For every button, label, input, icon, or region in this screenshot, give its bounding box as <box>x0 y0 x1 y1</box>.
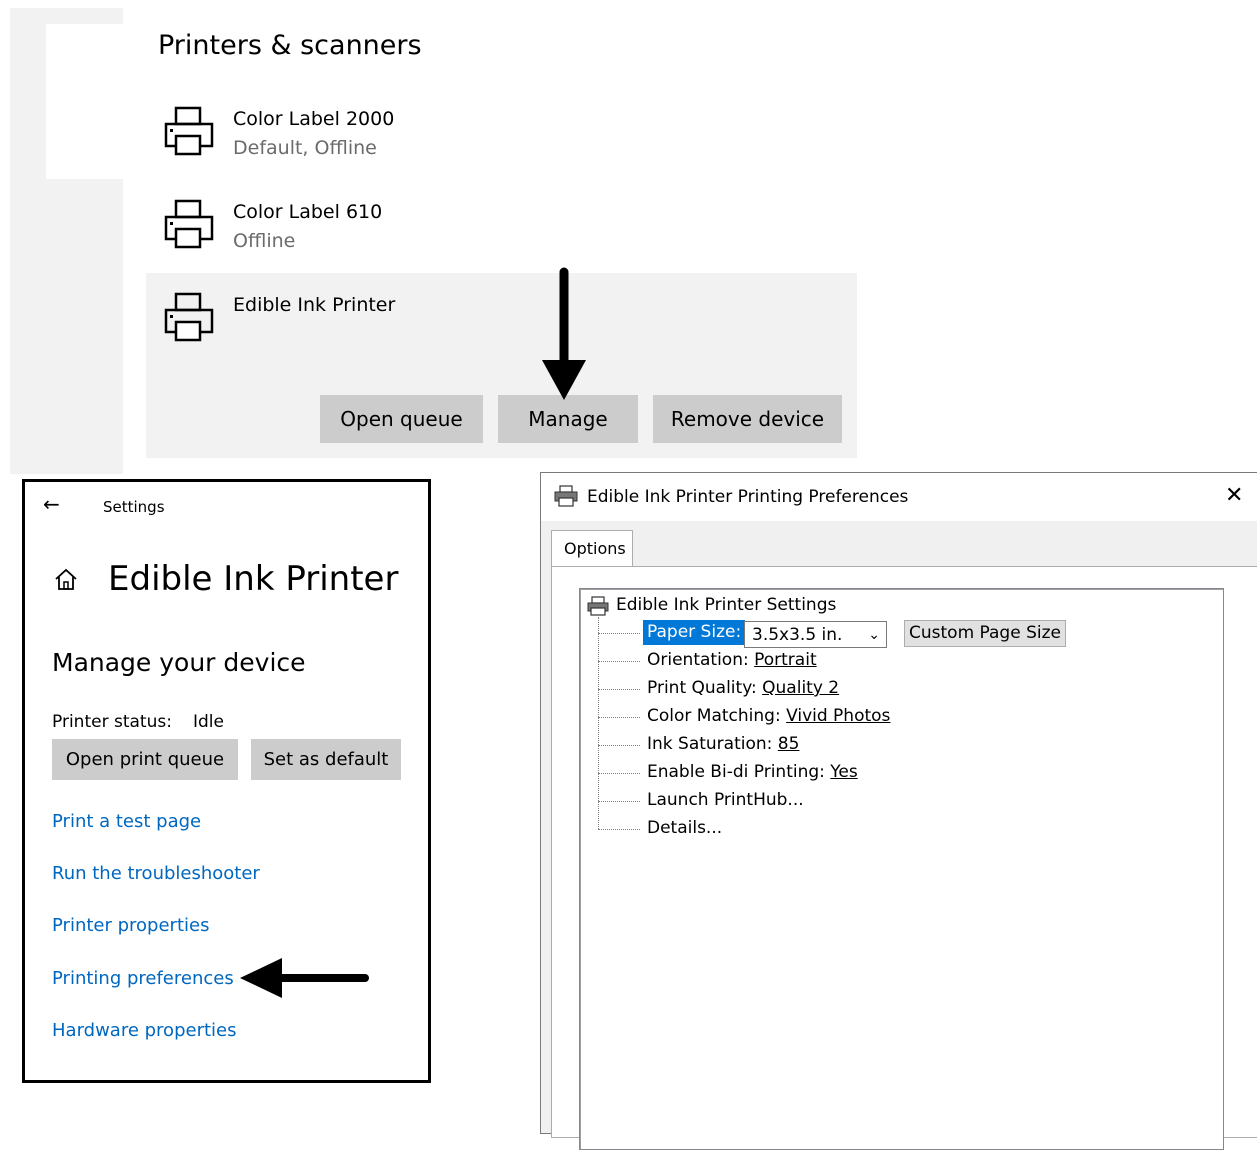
printer-list-item[interactable]: Color Label 2000 Default, Offline <box>160 106 760 178</box>
chevron-down-icon: ⌄ <box>868 627 880 643</box>
tree-item-orientation[interactable]: Orientation: Portrait <box>647 650 817 670</box>
arrow-down-icon <box>542 267 586 400</box>
tree-item-details[interactable]: Details... <box>647 818 722 838</box>
printer-icon <box>164 199 214 249</box>
dialog-title: Edible Ink Printer Printing Preferences <box>587 487 909 507</box>
tree-connector <box>598 633 640 634</box>
setting-label: Ink Saturation: <box>647 734 778 754</box>
device-title: Edible Ink Printer <box>108 559 399 599</box>
setting-label: Enable Bi-di Printing: <box>647 762 831 782</box>
remove-device-button[interactable]: Remove device <box>653 395 842 443</box>
tree-connector <box>598 801 640 802</box>
home-icon <box>55 568 77 590</box>
tab-panel: Edible Ink Printer Settings Paper Size: … <box>551 566 1257 1150</box>
set-as-default-button[interactable]: Set as default <box>251 739 401 780</box>
tree-connector <box>598 829 640 830</box>
arrow-left-icon <box>240 958 369 998</box>
back-arrow-icon[interactable]: ← <box>43 492 60 516</box>
tree-connector <box>598 745 640 746</box>
printer-name: Color Label 2000 <box>233 108 395 130</box>
tree-connector <box>598 717 640 718</box>
tree-item-launch-printhub[interactable]: Launch PrintHub... <box>647 790 804 810</box>
setting-value[interactable]: 85 <box>778 734 800 754</box>
setting-label: Print Quality: <box>647 678 763 698</box>
tree-connector <box>598 689 640 690</box>
printer-status: Offline <box>233 230 296 252</box>
tab-options[interactable]: Options <box>551 530 633 568</box>
tab-label: Options <box>564 539 626 558</box>
setting-value[interactable]: Yes <box>830 762 857 782</box>
printer-list-item-selected[interactable]: Edible Ink Printer <box>160 292 760 364</box>
dialog-titlebar: Edible Ink Printer Printing Preferences … <box>541 473 1257 521</box>
setting-value[interactable]: Portrait <box>754 650 817 670</box>
printer-name: Color Label 610 <box>233 201 383 223</box>
printing-preferences-dialog: Edible Ink Printer Printing Preferences … <box>540 472 1257 1150</box>
left-background-block <box>46 24 123 179</box>
setting-value[interactable]: Quality 2 <box>762 678 839 698</box>
setting-label: Color Matching: <box>647 706 787 726</box>
paper-size-value: 3.5x3.5 in. <box>752 625 843 645</box>
window-title: Settings <box>103 498 165 516</box>
run-troubleshooter-link[interactable]: Run the troubleshooter <box>52 863 260 884</box>
hardware-properties-link[interactable]: Hardware properties <box>52 1020 236 1041</box>
printer-status-value: Idle <box>193 712 224 732</box>
settings-tree[interactable]: Edible Ink Printer Settings Paper Size: … <box>579 588 1224 1150</box>
tree-connector <box>598 661 640 662</box>
paper-size-label[interactable]: Paper Size: <box>643 620 746 645</box>
open-queue-button[interactable]: Open queue <box>320 395 483 443</box>
tree-item-bidi-printing[interactable]: Enable Bi-di Printing: Yes <box>647 762 858 782</box>
tree-item-print-quality[interactable]: Print Quality: Quality 2 <box>647 678 839 698</box>
printer-name: Edible Ink Printer <box>233 294 396 316</box>
custom-page-size-button[interactable]: Custom Page Size <box>904 620 1066 647</box>
printer-status: Default, Offline <box>233 137 377 159</box>
printing-preferences-link[interactable]: Printing preferences <box>52 968 234 989</box>
printer-properties-link[interactable]: Printer properties <box>52 915 209 936</box>
tree-item-ink-saturation[interactable]: Ink Saturation: 85 <box>647 734 799 754</box>
printer-icon <box>164 292 214 342</box>
print-test-page-link[interactable]: Print a test page <box>52 811 201 832</box>
printer-icon <box>164 106 214 156</box>
printer-list-item[interactable]: Color Label 610 Offline <box>160 199 760 271</box>
setting-label: Orientation: <box>647 650 755 670</box>
open-print-queue-button[interactable]: Open print queue <box>52 739 238 780</box>
paper-size-select[interactable]: 3.5x3.5 in. ⌄ <box>744 621 887 648</box>
tree-root[interactable]: Edible Ink Printer Settings <box>616 595 836 615</box>
section-heading: Manage your device <box>52 648 306 677</box>
printer-status-label: Printer status: <box>52 712 172 732</box>
printer-icon <box>587 596 609 616</box>
tree-connector <box>598 773 640 774</box>
tree-connector <box>598 617 599 829</box>
tree-item-color-matching[interactable]: Color Matching: Vivid Photos <box>647 706 890 726</box>
printer-icon <box>554 485 578 507</box>
setting-value[interactable]: Vivid Photos <box>786 706 890 726</box>
page-title: Printers & scanners <box>158 30 422 61</box>
close-icon[interactable]: ✕ <box>1225 483 1243 508</box>
